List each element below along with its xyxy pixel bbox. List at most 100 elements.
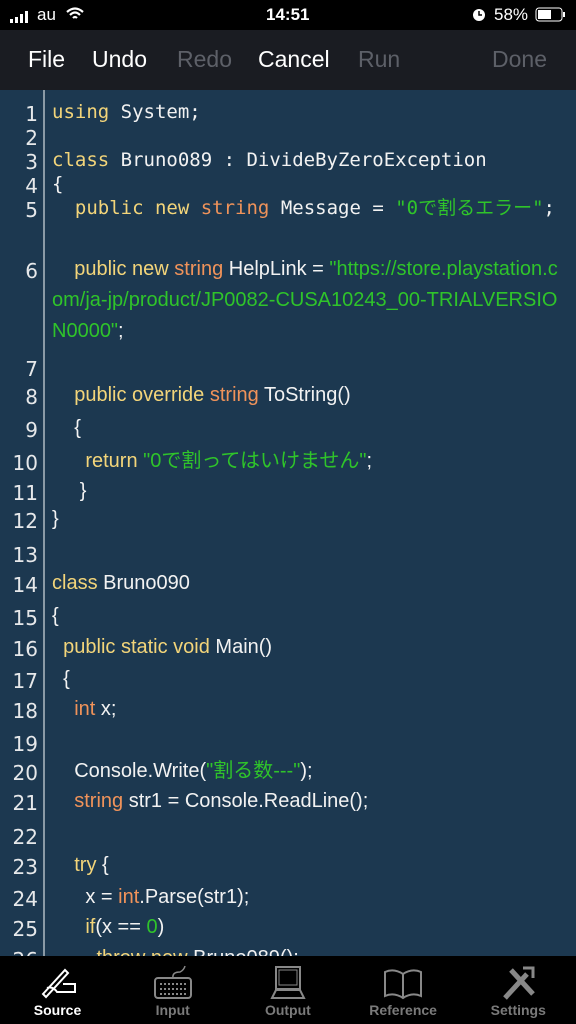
code-token: { [102,854,109,876]
code-line[interactable]: Console.Write("割る数---"); [52,756,567,787]
file-button[interactable]: File [28,46,65,73]
keyword-token: public new [74,197,201,219]
code-line[interactable]: { [52,413,567,444]
code-line[interactable]: } [52,504,567,535]
code-line[interactable]: int x; [52,694,567,725]
line-number: 5 [25,198,38,222]
string-literal: "割る数---" [206,760,301,782]
battery-percent: 58% [494,5,529,24]
code-token: ; [543,197,555,219]
line-number: 18 [12,699,38,723]
type-token: string [174,258,229,280]
code-line[interactable]: } [52,476,567,507]
code-token: HelpLink = [228,258,330,280]
code-line[interactable]: try { [52,850,567,881]
code-line[interactable]: return "0で割ってはいけません"; [52,446,567,477]
code-token: ; [366,450,373,472]
line-number: 22 [12,825,38,849]
code-token: Main() [215,636,273,658]
keyword-token: using [52,101,121,123]
code-line[interactable]: class Bruno090 [52,568,567,599]
line-number: 20 [12,761,38,785]
code-line[interactable]: using System; [52,97,567,127]
tab-output[interactable]: Output [230,956,345,1024]
line-number: 15 [12,606,38,630]
code-line[interactable]: public override string ToString() [52,380,567,411]
code-token: x; [100,698,117,720]
keyword-token: public static void [63,636,216,658]
string-literal: 0 [146,916,158,938]
code-token: { [52,605,59,627]
string-literal: "0で割ってはいけません" [143,450,367,472]
line-number: 24 [12,887,38,911]
line-number: 6 [25,259,38,283]
done-button[interactable]: Done [492,46,547,73]
code-line[interactable]: throw new Bruno089(); [52,943,567,956]
line-number: 26 [0,948,38,956]
code-line[interactable]: public static void Main() [52,632,567,663]
undo-button[interactable]: Undo [92,46,147,73]
code-token: { [52,173,64,195]
code-line[interactable]: public new string HelpLink = "https://st… [52,254,567,347]
tab-label: Source [33,1002,82,1018]
status-bar: au 14:51 58% [0,0,576,30]
line-number: 2 [25,126,38,150]
keyword-token: public override [74,384,210,406]
line-number: 4 [25,174,38,198]
code-token: Bruno090 [103,572,190,594]
code-token: Message = [280,197,396,219]
line-number: 14 [12,573,38,597]
line-number: 3 [25,150,38,174]
pen-hand-icon [0,964,115,1000]
tab-label: Settings [490,1002,546,1018]
tab-settings[interactable]: Settings [461,956,576,1024]
code-line[interactable]: public new string Message = "0で割るエラー"; [52,193,567,223]
type-token: string [200,197,281,219]
line-number: 21 [12,791,38,815]
line-number: 16 [12,637,38,661]
string-literal: "0で割るエラー" [395,197,544,219]
tab-label: Reference [369,1002,437,1018]
tab-label: Output [264,1002,311,1018]
code-line[interactable]: if(x == 0) [52,912,567,943]
tools-icon [461,964,576,1000]
line-number: 11 [12,481,38,505]
editor-toolbar: File Undo Redo Cancel Run Done [0,30,576,90]
redo-button[interactable]: Redo [177,46,232,73]
code-line[interactable]: { [52,664,567,695]
code-line[interactable]: { [52,601,567,632]
code-token: (x == [95,916,147,938]
battery-icon [535,7,567,28]
line-number: 1 [25,102,38,126]
code-token: } [52,508,59,530]
code-editor[interactable]: 1 using System; 2 3 class Bruno089 : DivideB… [0,90,576,956]
tab-source[interactable]: Source [0,956,115,1024]
line-number: 12 [12,509,38,533]
code-token: } [52,480,87,502]
keyword-token: throw new [96,947,193,956]
keyword-token: class [52,572,104,594]
code-token: { [52,417,81,439]
tab-reference[interactable]: Reference [346,956,461,1024]
cancel-button[interactable]: Cancel [258,46,330,73]
code-token: ) [157,916,165,938]
code-token: System; [120,101,201,123]
code-token: Bruno089(); [193,947,299,956]
line-number: 10 [12,451,38,475]
run-button[interactable]: Run [358,46,400,73]
tab-bar: Source Input Output Reference Settings [0,956,576,1024]
alarm-icon [472,6,486,27]
keyword-token: public new [74,258,175,280]
keyword-token: class [52,149,121,171]
line-number: 13 [12,543,38,567]
tab-input[interactable]: Input [115,956,230,1024]
code-line[interactable]: string str1 = Console.ReadLine(); [52,786,567,817]
code-token: Bruno089 : DivideByZeroException [120,149,487,171]
book-icon [346,964,461,1000]
code-line[interactable]: x = int.Parse(str1); [52,882,567,913]
